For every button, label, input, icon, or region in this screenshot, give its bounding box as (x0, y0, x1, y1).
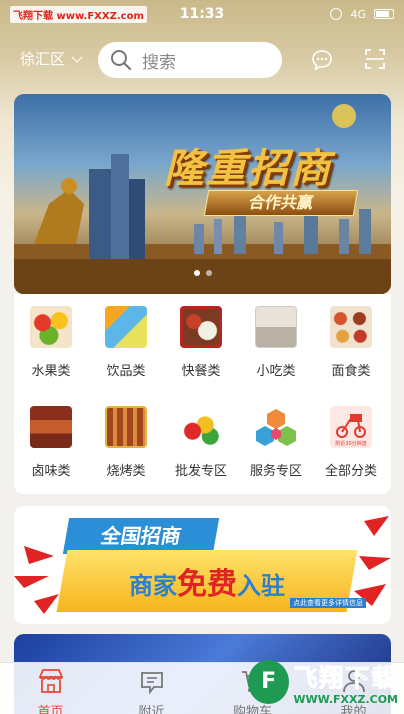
search-placeholder: 搜索 (142, 52, 176, 73)
hero-banner[interactable]: 隆重招商 合作共赢 (14, 94, 391, 294)
delivery-icon-caption: 附近30分钟送 (335, 440, 366, 447)
category-service[interactable]: 服务专区 (241, 394, 311, 479)
promo-text-b: 入驻 (237, 572, 285, 600)
category-braised[interactable]: 卤味类 (16, 394, 86, 479)
promo-headline: 全国招商 (62, 518, 220, 554)
service-icon (256, 409, 296, 446)
promo-text-highlight: 免费 (177, 567, 237, 602)
promo-text: 商家免费入驻 (129, 559, 285, 603)
category-label: 烧烤类 (106, 464, 146, 479)
wholesale-icon (180, 406, 222, 448)
noodle-icon (330, 306, 372, 348)
search-icon (111, 50, 132, 71)
battery-icon (374, 9, 394, 19)
watermark-url: WWW.FXXZ.COM (293, 693, 398, 706)
category-wholesale[interactable]: 批发专区 (166, 394, 236, 479)
district-selector[interactable]: 徐汇区 (20, 48, 83, 69)
category-label: 水果类 (31, 364, 71, 379)
category-label: 面食类 (331, 364, 371, 379)
watermark-text-block: 飞翔下载 WWW.FXXZ.COM (293, 658, 398, 707)
watermark-name: 飞翔下载 (293, 664, 398, 693)
network-type: 4G (350, 7, 366, 21)
promo-text-a: 商家 (129, 572, 177, 600)
category-label: 小吃类 (256, 364, 296, 379)
category-label: 批发专区 (174, 464, 227, 479)
tab-label: 首页 (37, 705, 64, 714)
alarm-icon (330, 8, 343, 20)
tab-home[interactable]: 首页 (0, 663, 101, 714)
store-icon (38, 669, 63, 693)
category-label: 卤味类 (31, 464, 71, 479)
search-row: 徐汇区 搜索 (0, 38, 404, 82)
carousel-dot[interactable] (205, 270, 212, 276)
fastfood-icon (180, 306, 222, 348)
status-indicators: 4G (330, 8, 394, 21)
category-drink[interactable]: 饮品类 (91, 294, 161, 379)
category-bbq[interactable]: 烧烤类 (91, 394, 161, 479)
category-label: 全部分类 (324, 464, 377, 479)
message-icon[interactable] (311, 49, 333, 71)
category-label: 饮品类 (106, 364, 146, 379)
watermark-logo: F (248, 660, 290, 704)
promo-banner[interactable]: 全国招商 商家免费入驻 点此查看更多详情信息 (14, 506, 391, 624)
nearby-icon (140, 672, 163, 695)
watermark-text: 飞翔下载 www.FXXZ.com (10, 5, 147, 23)
category-fastfood[interactable]: 快餐类 (166, 294, 236, 379)
category-all[interactable]: 附近30分钟送 全部分类 (316, 394, 386, 479)
banner-title: 隆重招商 (164, 145, 332, 192)
category-fruit[interactable]: 水果类 (16, 294, 86, 379)
status-bar: 飞翔下载 www.FXXZ.com 11:33 4G (0, 0, 404, 28)
carousel-dot-active[interactable] (193, 270, 200, 276)
chevron-down-icon (71, 50, 83, 63)
promo-detail-link[interactable]: 点此查看更多详情信息 (290, 598, 366, 608)
delivery-icon: 附近30分钟送 (330, 406, 372, 448)
status-time: 11:33 (179, 6, 225, 22)
search-input[interactable]: 搜索 (98, 42, 282, 78)
tab-label: 附近 (138, 705, 165, 714)
category-snack[interactable]: 小吃类 (241, 294, 311, 379)
category-noodle[interactable]: 面食类 (316, 294, 386, 379)
tab-nearby[interactable]: 附近 (101, 663, 202, 714)
snack-icon (255, 306, 297, 348)
category-label: 快餐类 (181, 364, 221, 379)
banner-subtitle: 合作共赢 (203, 190, 359, 216)
braised-icon (30, 406, 72, 448)
carousel-dots (14, 270, 391, 276)
site-watermark: F 飞翔下载 WWW.FXXZ.COM (248, 655, 398, 709)
drink-icon (105, 306, 147, 348)
category-label: 服务专区 (249, 464, 302, 479)
district-label: 徐汇区 (20, 50, 66, 68)
scan-icon[interactable] (364, 48, 386, 70)
category-grid: 水果类 饮品类 快餐类 小吃类 面食类 卤味类 烧烤类 批发专区 服务专区 附近… (14, 294, 391, 494)
fruit-icon (30, 306, 72, 348)
bbq-icon (105, 406, 147, 448)
